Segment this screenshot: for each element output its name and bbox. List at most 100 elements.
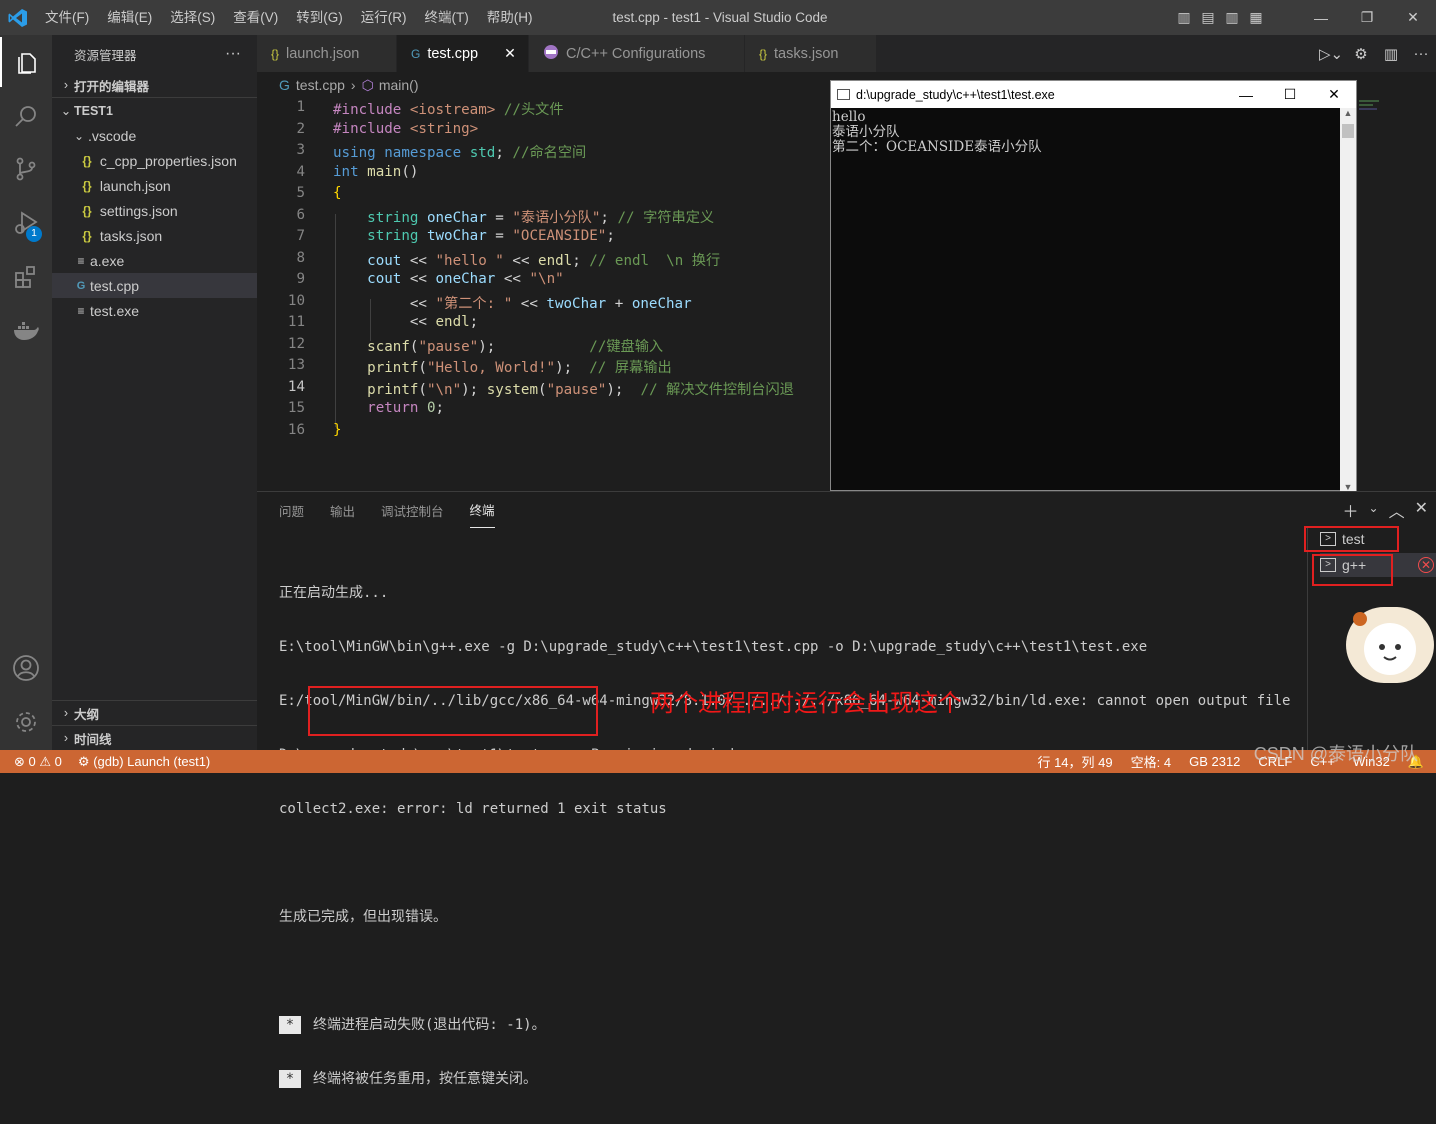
tree-file-tasks-json[interactable]: {} tasks.json [52, 223, 257, 248]
tab-cpp-configurations[interactable]: C/C++ Configurations [529, 35, 745, 72]
code-line: int main() [333, 164, 419, 180]
menu-view[interactable]: 查看(V) [224, 0, 287, 35]
tree-file-test-cpp[interactable]: G test.cpp [52, 273, 257, 298]
tree-item-label: c_cpp_properties.json [99, 152, 237, 169]
window-title: test.cpp - test1 - Visual Studio Code [612, 10, 828, 25]
annotation-text: 两个进程同时运行会出现这个 [650, 689, 962, 717]
restore-button[interactable]: ❐ [1344, 0, 1390, 35]
account-icon[interactable] [0, 643, 52, 693]
customize-layout-icon[interactable]: ▦ [1244, 0, 1268, 35]
terminal-line: collect2.exe: error: ld returned 1 exit … [279, 801, 667, 817]
tab-launch-json[interactable]: {} launch.json [257, 35, 397, 72]
tab-test-cpp[interactable]: G test.cpp ✕ [397, 35, 529, 72]
breadcrumb-file[interactable]: test.cpp [296, 77, 345, 93]
code-line: cout << "hello " << endl; // endl \n 换行 [367, 253, 721, 269]
chevron-down-icon[interactable]: ⌄ [1369, 498, 1379, 522]
console-scrollbar[interactable]: ▲ ▼ [1340, 108, 1356, 492]
menu-file[interactable]: 文件(F) [36, 0, 98, 35]
breadcrumb-symbol[interactable]: main() [379, 77, 419, 93]
source-control-icon[interactable] [0, 144, 52, 194]
console-minimize-button[interactable]: — [1224, 87, 1268, 103]
settings-gear-icon[interactable] [0, 697, 52, 747]
toggle-secondary-sidebar-icon[interactable]: ▥ [1220, 0, 1244, 35]
close-tab-icon[interactable]: ✕ [504, 45, 516, 62]
minimize-button[interactable]: — [1298, 0, 1344, 35]
tree-item-label: settings.json [99, 202, 178, 219]
console-window: d:\upgrade_study\c++\test1\test.exe — ☐ … [830, 80, 1357, 492]
search-icon[interactable] [0, 92, 52, 142]
terminal-line: * 终端进程启动失败(退出代码: -1)。 [279, 1016, 1290, 1034]
tab-terminal[interactable]: 终端 [469, 492, 495, 528]
cpp-config-icon [543, 44, 559, 63]
explorer-icon[interactable] [0, 37, 52, 87]
extensions-icon[interactable] [0, 252, 52, 302]
tab-output[interactable]: 输出 [330, 493, 355, 528]
timeline-section[interactable]: › 时间线 [52, 725, 257, 750]
docker-icon[interactable] [0, 305, 52, 355]
tree-file-a-exe[interactable]: ≡ a.exe [52, 248, 257, 273]
line-number: 5 [296, 185, 305, 201]
binary-file-icon: ≡ [77, 253, 85, 268]
problems-status[interactable]: ⊗ 0 ⚠ 0 [14, 754, 62, 770]
encoding[interactable]: GB 2312 [1189, 754, 1240, 769]
close-window-button[interactable]: ✕ [1390, 0, 1436, 35]
menu-terminal[interactable]: 终端(T) [416, 0, 478, 35]
menu-selection[interactable]: 选择(S) [161, 0, 224, 35]
terminal-line: * 终端将被任务重用，按任意键关闭。 [279, 1070, 1290, 1088]
toggle-panel-icon[interactable]: ▤ [1196, 0, 1220, 35]
menu-run[interactable]: 运行(R) [352, 0, 416, 35]
workspace-section[interactable]: ⌄ TEST1 [52, 98, 257, 123]
split-editor-icon[interactable]: ▥ [1376, 45, 1406, 63]
outline-section[interactable]: › 大纲 [52, 700, 257, 725]
line-number: 9 [296, 271, 305, 287]
new-terminal-icon[interactable]: ＋ [1343, 498, 1359, 522]
annotation-box-test-terminal [1304, 526, 1399, 552]
code-line-current: printf("\n"); system("pause"); // 解决文件控制… [367, 382, 794, 398]
maximize-panel-icon[interactable]: ︿ [1389, 498, 1405, 522]
chevron-down-icon: ⌄ [73, 128, 85, 143]
line-number: 13 [287, 357, 305, 373]
tree-file-test-exe[interactable]: ≡ test.exe [52, 298, 257, 323]
tab-debug-console[interactable]: 调试控制台 [381, 493, 444, 528]
json-file-icon: {} [82, 228, 92, 243]
line-number: 8 [296, 250, 305, 266]
scrollbar-thumb[interactable] [1342, 124, 1354, 138]
more-actions-icon[interactable]: ··· [1406, 45, 1436, 62]
warning-count: 0 [54, 753, 62, 769]
menu-edit[interactable]: 编辑(E) [98, 0, 161, 35]
vscode-logo-icon [0, 0, 36, 35]
open-editors-section[interactable]: › 打开的编辑器 [52, 73, 257, 98]
debug-launch-status[interactable]: ⚙ (gdb) Launch (test1) [78, 754, 210, 770]
tab-tasks-json[interactable]: {} tasks.json [745, 35, 877, 72]
menu-bar: 文件(F) 编辑(E) 选择(S) 查看(V) 转到(G) 运行(R) 终端(T… [36, 0, 542, 35]
indentation[interactable]: 空格: 4 [1131, 752, 1171, 771]
error-icon: ⊗ [14, 753, 25, 769]
code-line: using namespace std; //命名空间 [333, 145, 587, 161]
minimap[interactable] [1357, 98, 1427, 128]
menu-go[interactable]: 转到(G) [287, 0, 352, 35]
terminal-output[interactable]: 正在启动生成... E:\tool\MinGW\bin\g++.exe -g D… [279, 548, 1290, 1124]
tab-problems[interactable]: 问题 [279, 493, 304, 528]
console-maximize-button[interactable]: ☐ [1268, 86, 1312, 103]
more-actions-icon[interactable]: ··· [225, 45, 241, 63]
cpp-file-icon: G [411, 46, 421, 61]
watermark: CSDN @泰语小分队 [1253, 744, 1418, 764]
debug-badge: 1 [26, 226, 42, 242]
code-line: string oneChar = "泰语小分队"; // 字符串定义 [367, 210, 715, 226]
toggle-sidebar-icon[interactable]: ▥ [1172, 0, 1196, 35]
close-panel-icon[interactable]: ✕ [1415, 498, 1428, 522]
chevron-right-icon: › [350, 77, 356, 93]
cursor-position[interactable]: 行 14，列 49 [1037, 752, 1112, 771]
menu-help[interactable]: 帮助(H) [478, 0, 542, 35]
tree-file-launch-json[interactable]: {} launch.json [52, 173, 257, 198]
gear-icon[interactable]: ⚙ [1346, 45, 1376, 63]
tree-file-settings-json[interactable]: {} settings.json [52, 198, 257, 223]
code-editor[interactable]: 1 2 3 4 5 6 7 8 9 10 11 12 13 14 15 16 #… [257, 98, 832, 491]
line-number: 3 [296, 142, 305, 158]
tree-folder-vscode[interactable]: ⌄ .vscode [52, 123, 257, 148]
console-close-button[interactable]: ✕ [1312, 86, 1356, 103]
run-dropdown-icon[interactable]: ▷⌄ [1316, 45, 1346, 63]
tree-file-c-cpp-properties[interactable]: {} c_cpp_properties.json [52, 148, 257, 173]
scroll-up-icon[interactable]: ▲ [1340, 108, 1356, 118]
run-debug-icon[interactable]: 1 [0, 198, 52, 248]
